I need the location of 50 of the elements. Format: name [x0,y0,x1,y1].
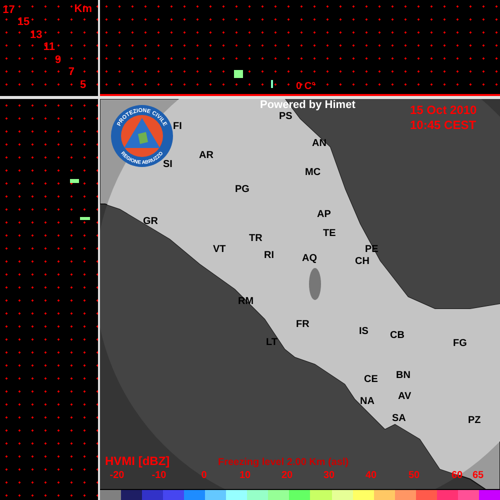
legend-tick-label: 60 [451,471,463,481]
legend-tick-label: 50 [408,471,420,481]
city-label: IS [359,327,368,337]
city-label: SI [163,160,172,170]
city-label: MC [305,168,321,178]
city-label: AQ [302,254,317,264]
unit-label: Km [74,4,92,15]
city-label: FI [173,122,182,132]
date-text: 15 Oct 2010 [410,104,477,116]
city-label: BN [396,371,410,381]
city-label: AR [199,151,214,161]
city-label: PZ [468,416,481,426]
height-tick-label: 17 [2,5,15,16]
city-label: AV [398,392,412,402]
city-label: TE [323,229,336,239]
freezing-marker-label: 0 C° [296,82,316,92]
city-label: PG [235,185,250,195]
city-label: FR [296,320,310,330]
height-tick-label: 9 [55,55,62,66]
legend-tick-label: -10 [152,471,166,481]
legend-tick-label: 40 [365,471,377,481]
city-label: AN [312,139,326,149]
city-label: FG [453,339,467,349]
city-label: SA [392,414,406,424]
city-label: PS [279,112,292,122]
legend-tick-label: -20 [110,471,124,481]
legend-tick-label: 0 [201,471,207,481]
legend-tick-label: 10 [239,471,251,481]
city-label: NA [360,397,374,407]
city-label: AP [317,210,331,220]
legend-tick-label: 65 [472,471,484,481]
echo-mark [234,70,243,78]
height-tick-label: 15 [17,17,30,28]
city-label: CB [390,331,404,341]
city-label: TR [249,234,262,244]
freezing-level-text: Freezing level 2.00 Km (asl) [218,458,349,468]
legend-tick-label: 30 [323,471,335,481]
echo-mark [70,179,79,183]
time-text: 10:45 CEST [410,119,476,131]
city-label: CH [355,257,370,267]
city-label: LT [266,338,278,348]
city-label: CE [364,375,378,385]
echo-mark [80,217,90,220]
city-label: RI [264,251,274,261]
legend-tick-label: 20 [281,471,293,481]
city-label: VT [213,245,226,255]
product-label: HVMI [dBZ] [105,455,170,467]
echo-mark [271,80,273,88]
height-tick-label: 11 [43,42,55,53]
city-label: GR [143,217,158,227]
